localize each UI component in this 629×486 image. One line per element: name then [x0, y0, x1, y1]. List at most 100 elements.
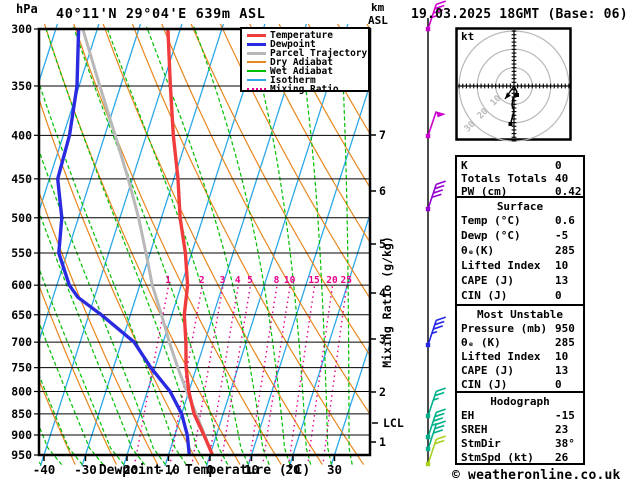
legend-line-sample: [247, 88, 266, 90]
hodograph-unit-label: kt: [461, 30, 475, 43]
panel-row-label: Pressure (mb): [461, 322, 548, 335]
svg-text:20: 20: [326, 275, 338, 286]
panel-row-label: θₑ(K): [461, 244, 495, 257]
x-axis-label: Dewpoint / Temperature (°C): [98, 463, 311, 478]
panel-hodograph-header: Hodograph: [490, 395, 550, 408]
panel-row-label: Dewp (°C): [461, 229, 521, 242]
panel-row-value: 40: [555, 172, 569, 185]
legend-line-sample: [247, 70, 266, 72]
wind-barb: [425, 316, 446, 348]
panel-row: StmSpd (kt) 26: [457, 451, 583, 465]
svg-text:1: 1: [379, 435, 386, 449]
svg-text:5: 5: [247, 275, 253, 286]
panel-row: Lifted Index 10: [457, 350, 583, 364]
svg-text:700: 700: [11, 335, 32, 349]
panel-row-value: -5: [555, 229, 569, 242]
panel-stability-indices: K 0 Totals Totals 40 PW (cm) 0.42: [455, 155, 585, 198]
panel-row-label: CIN (J): [461, 378, 508, 391]
panel-row: EH -15: [457, 409, 583, 423]
svg-text:350: 350: [11, 79, 32, 93]
station-title: 40°11'N 29°04'E 639m ASL: [56, 6, 266, 22]
legend-line-sample: [247, 34, 266, 37]
svg-text:750: 750: [11, 361, 32, 375]
panel-row-value: 0.6: [555, 214, 575, 227]
skewt-sounding-screenshot: 300 350 400 450 500 550 600 650 700 750 800 850 900 9…: [0, 0, 629, 486]
legend-item: Parcel Trajectory: [242, 48, 368, 59]
svg-text:850: 850: [11, 407, 32, 421]
wind-barb: [425, 180, 446, 212]
pressure-tick-labels: 300 350 400 450 500 550 600 650 700 750 800 850 900 9…: [11, 22, 39, 462]
panel-row: CAPE (J) 13: [457, 274, 583, 289]
svg-text:8: 8: [274, 275, 280, 286]
panel-row: Lifted Index 10: [457, 259, 583, 274]
isotherm-lines: [39, 24, 370, 466]
wind-barb: [425, 111, 446, 139]
svg-text:2: 2: [199, 275, 205, 286]
legend-item: Temperature: [242, 30, 368, 41]
panel-row-value: 38°: [555, 437, 575, 450]
panel-row-value: 10: [555, 259, 569, 272]
panel-row-label: θₑ (K): [461, 336, 501, 349]
svg-text:3: 3: [220, 275, 226, 286]
panel-row: θₑ (K) 285: [457, 336, 583, 350]
panel-row-value: 950: [555, 322, 575, 335]
mixing-ratio-axis-label: Mixing Ratio (g/kg): [380, 236, 394, 368]
svg-text:300: 300: [11, 22, 32, 36]
panel-row-label: EH: [461, 409, 475, 422]
svg-text:450: 450: [11, 172, 32, 186]
panel-most-unstable-header: Most Unstable: [476, 308, 564, 321]
svg-text:2: 2: [379, 385, 386, 399]
svg-text:800: 800: [11, 384, 32, 398]
legend-line-sample: [247, 61, 266, 63]
wind-barb-column: [425, 0, 446, 467]
svg-text:7: 7: [379, 128, 386, 142]
panel-row-value: 10: [555, 350, 569, 363]
panel-row: SREH 23: [457, 423, 583, 437]
svg-text:600: 600: [11, 278, 32, 292]
hodograph: 102030: [455, 27, 572, 142]
panel-row: CIN (J) 0: [457, 378, 583, 392]
svg-text:950: 950: [11, 448, 32, 462]
panel-row-label: Temp (°C): [461, 214, 521, 227]
panel-row-value: 23: [555, 423, 569, 436]
mixing-ratio-value-labels: 1 2 3 4 5 8 10 15 20 25: [165, 275, 352, 286]
panel-row-value: 285: [555, 244, 575, 257]
svg-text:15: 15: [308, 275, 320, 286]
panel-row-value: 0: [555, 159, 562, 172]
panel-row: Totals Totals 40: [457, 172, 583, 185]
svg-text:1: 1: [165, 275, 171, 286]
pressure-axis-unit-label: hPa: [16, 2, 38, 16]
legend-item: Isotherm: [242, 75, 368, 86]
svg-text:6: 6: [379, 184, 386, 198]
svg-text:25: 25: [340, 275, 352, 286]
panel-row-value: 26: [555, 451, 569, 464]
svg-text:400: 400: [11, 128, 32, 142]
panel-row-label: SREH: [461, 423, 488, 436]
panel-row: Dewp (°C) -5: [457, 229, 583, 244]
panel-hodograph: Hodograph EH -15 SREH 23 StmDir 38° StmSpd (kt…: [455, 391, 585, 465]
altitude-axis-asl-label: ASL: [368, 14, 388, 27]
panel-row: θₑ(K) 285: [457, 244, 583, 259]
copyright-credit: © weatheronline.co.uk: [452, 468, 621, 483]
panel-row-value: 0: [555, 289, 562, 302]
panel-row-value: -15: [555, 409, 575, 422]
svg-text:900: 900: [11, 428, 32, 442]
panel-row: Temp (°C) 0.6: [457, 214, 583, 229]
legend-item: Dry Adiabat: [242, 57, 368, 68]
panel-row: CIN (J) 0: [457, 289, 583, 304]
panel-row-label: StmDir: [461, 437, 501, 450]
panel-surface: Surface Temp (°C) 0.6 Dewp (°C) -5 θₑ(K) 285 L…: [455, 196, 585, 306]
panel-most-unstable: Most Unstable Pressure (mb) 950 θₑ (K) 285 L…: [455, 304, 585, 393]
svg-text:650: 650: [11, 308, 32, 322]
panel-surface-header: Surface: [496, 200, 544, 213]
panel-row-label: Lifted Index: [461, 259, 541, 272]
panel-row-label: CAPE (J): [461, 274, 514, 287]
svg-text:500: 500: [11, 211, 32, 225]
legend-item-label: Mixing Ratio: [270, 84, 339, 95]
run-date-label: 19.03.2025 18GMT (Base: 06): [411, 7, 628, 22]
legend-item: Dewpoint: [242, 39, 368, 50]
panel-row-label: K: [461, 159, 468, 172]
legend-line-sample: [247, 43, 266, 46]
panel-row-label: Lifted Index: [461, 350, 541, 363]
panel-row: Pressure (mb) 950: [457, 322, 583, 336]
